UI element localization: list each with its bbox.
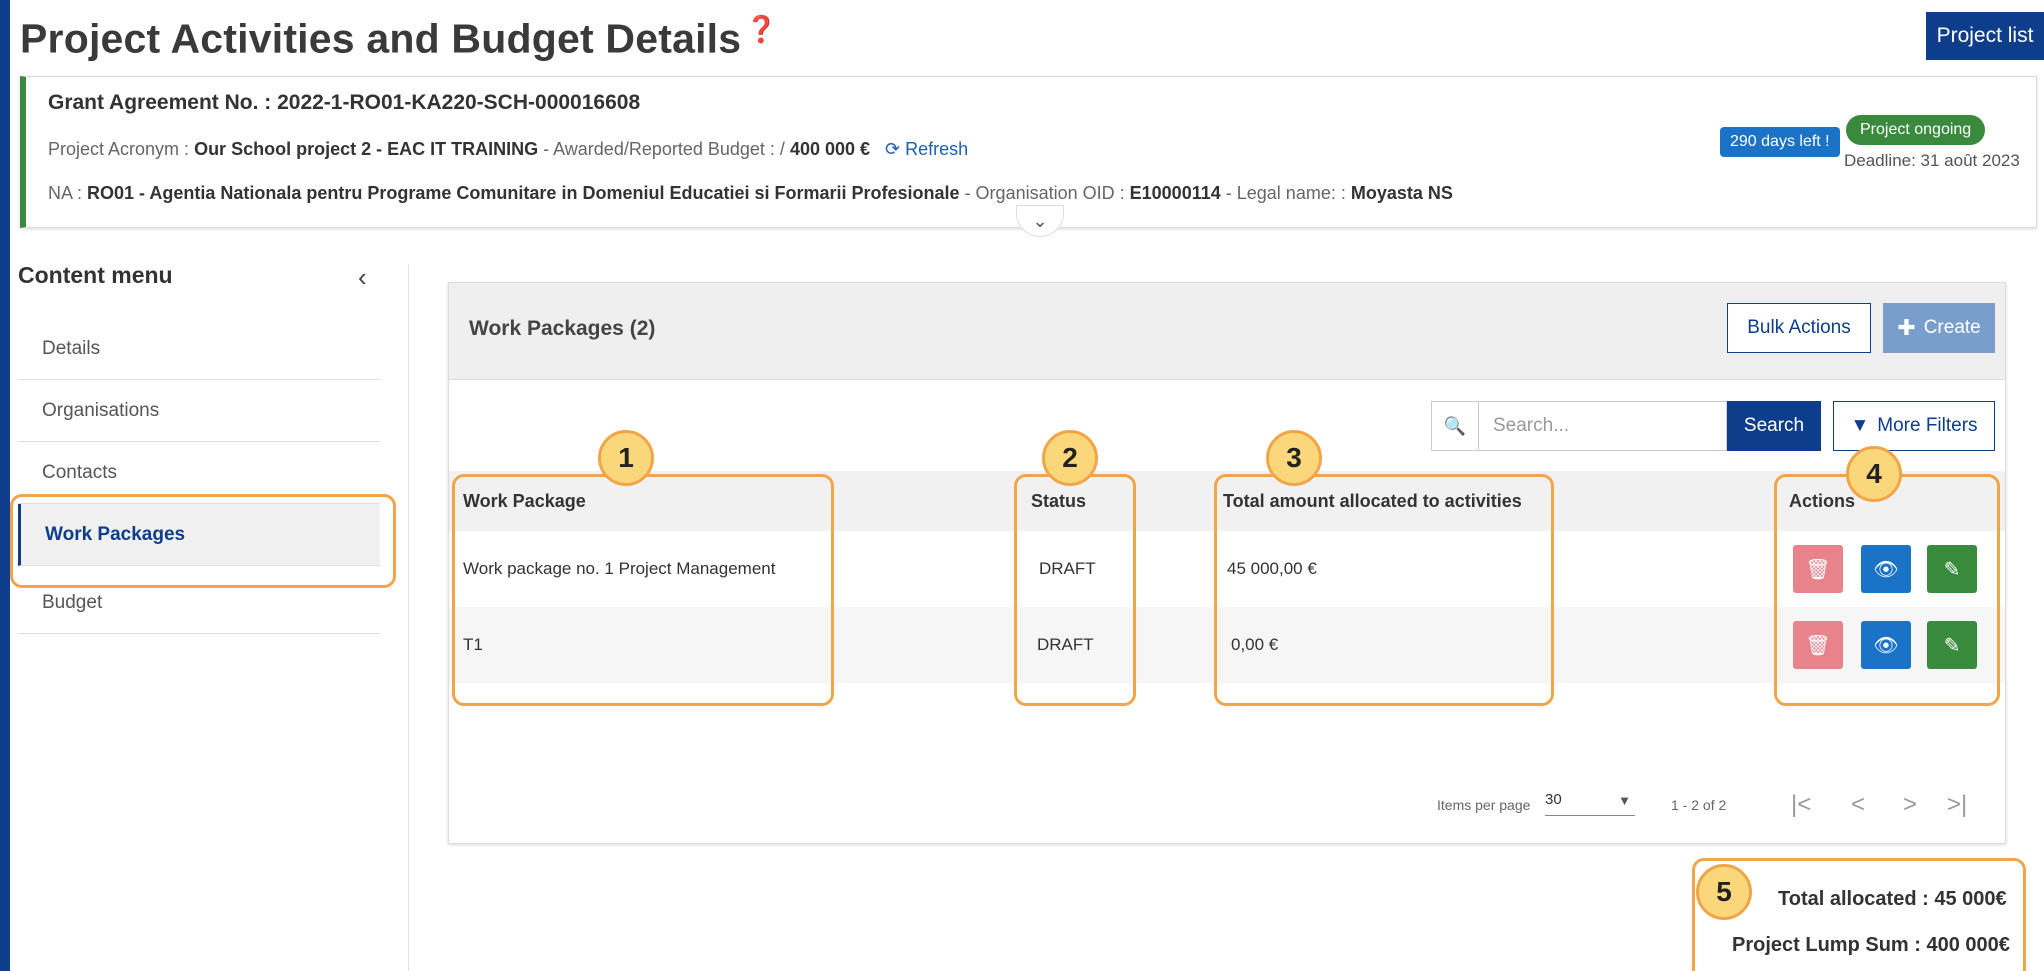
budget-value: 400 000 € [789, 139, 871, 159]
caret-down-icon: ▼ [1618, 793, 1631, 808]
callout-highlight-actions [1774, 474, 2000, 706]
project-list-button[interactable]: Project list [1926, 12, 2044, 60]
create-button[interactable]: ✚ Create [1883, 303, 1995, 353]
legal-name-value: Moyasta NS [1350, 183, 1453, 203]
grant-agreement-number: Grant Agreement No. : 2022-1-RO01-KA220-… [48, 91, 641, 114]
more-filters-button[interactable]: ▼ More Filters [1833, 401, 1995, 451]
status-badge: Project ongoing [1846, 115, 1986, 145]
callout-highlight-amount [1214, 474, 1554, 706]
bulk-actions-button[interactable]: Bulk Actions [1727, 303, 1871, 353]
help-icon[interactable]: ❓ [745, 14, 778, 44]
callout-badge: 4 [1846, 446, 1902, 502]
callout-highlight-status [1014, 474, 1136, 706]
content-menu-title: Content menu [18, 262, 173, 288]
items-per-page-select[interactable]: 30 ▼ [1545, 791, 1635, 816]
create-label: Create [1923, 317, 1981, 338]
budget-label: - Awarded/Reported Budget : / [543, 139, 785, 159]
acronym-value: Our School project 2 - EAC IT TRAINING [194, 139, 539, 159]
na-label: NA : [48, 183, 83, 203]
legal-name-label: - Legal name: : [1225, 183, 1346, 203]
panel-header: Work Packages (2) Bulk Actions ✚ Create [449, 283, 2005, 380]
pagination-range: 1 - 2 of 2 [1671, 797, 1727, 813]
callout-highlight-sidebar [10, 494, 396, 588]
search-button[interactable]: Search [1727, 401, 1821, 451]
callout-badge: 3 [1266, 430, 1322, 486]
more-filters-label: More Filters [1877, 415, 1978, 436]
oid-label: - Organisation OID : [964, 183, 1125, 203]
refresh-icon: ⟳ [885, 139, 901, 159]
next-page-icon[interactable]: > [1903, 791, 1917, 819]
filter-icon: ▼ [1850, 415, 1870, 436]
na-value: RO01 - Agentia Nationala pentru Programe… [87, 183, 960, 203]
page-title-text: Project Activities and Budget Details [20, 15, 742, 62]
sidebar-item-organisations[interactable]: Organisations [18, 380, 380, 442]
items-per-page-label: Items per page [1437, 797, 1531, 813]
callout-badge: 5 [1696, 864, 1752, 920]
national-agency-line: NA : RO01 - Agentia Nationala pentru Pro… [48, 183, 1453, 204]
plus-icon: ✚ [1897, 315, 1916, 340]
page-title: Project Activities and Budget Details ❓ [20, 14, 778, 63]
items-per-page-value: 30 [1545, 791, 1562, 808]
days-left-badge: 290 days left ! [1720, 127, 1840, 157]
search-input[interactable] [1479, 401, 1727, 451]
callout-badge: 1 [598, 430, 654, 486]
previous-page-icon[interactable]: < [1851, 791, 1865, 819]
chevron-left-icon[interactable]: ‹ [358, 262, 367, 293]
last-page-icon[interactable]: >| [1947, 791, 1967, 819]
deadline-text: Deadline: 31 août 2023 [1844, 151, 2020, 170]
callout-highlight-work-package [452, 474, 834, 706]
callout-badge: 2 [1042, 430, 1098, 486]
chevron-down-icon: ⌄ [1032, 210, 1048, 231]
refresh-label: Refresh [905, 139, 969, 159]
window-left-edge [0, 0, 10, 971]
panel-title: Work Packages (2) [469, 317, 656, 340]
acronym-label: Project Acronym : [48, 139, 190, 159]
oid-value: E10000114 [1129, 183, 1221, 203]
project-acronym-line: Project Acronym : Our School project 2 -… [48, 139, 968, 160]
refresh-link[interactable]: ⟳ Refresh [885, 139, 968, 159]
search-icon: 🔍 [1431, 401, 1479, 451]
sidebar-divider [408, 265, 409, 971]
first-page-icon[interactable]: |< [1791, 791, 1811, 819]
project-header-card: Grant Agreement No. : 2022-1-RO01-KA220-… [20, 76, 2037, 237]
sidebar-item-details[interactable]: Details [18, 318, 380, 380]
